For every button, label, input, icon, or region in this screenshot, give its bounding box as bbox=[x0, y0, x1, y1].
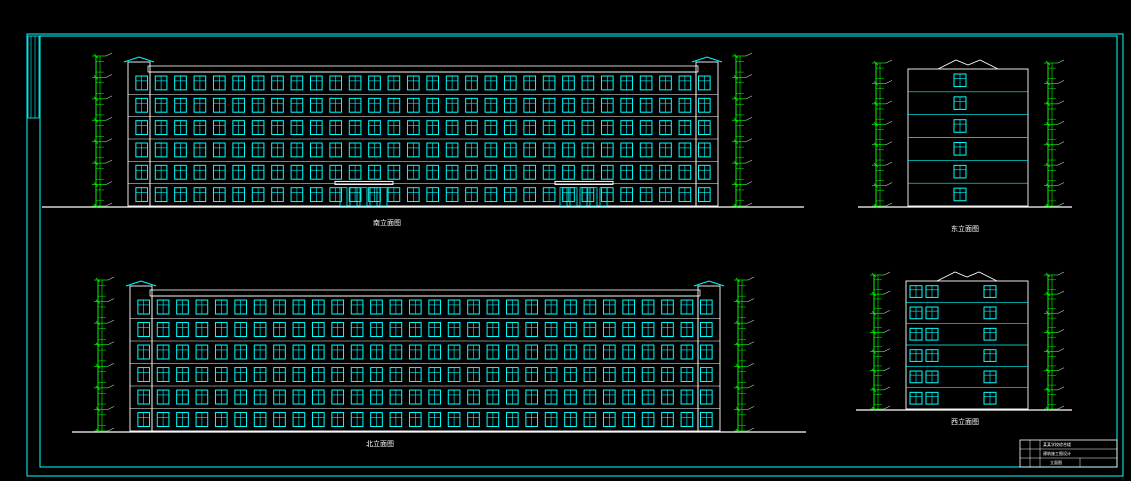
south-elevation-title: 南立面图 bbox=[373, 218, 401, 227]
cad-drawing-sheet: 南立面图 北立面图 东立面图 西立面图 某某学校综合楼 建筑施工图设计 立面图 bbox=[0, 0, 1131, 481]
title-block-line1: 某某学校综合楼 bbox=[1043, 441, 1071, 447]
title-block-line2: 建筑施工图设计 bbox=[1043, 450, 1071, 456]
west-elevation-title: 西立面图 bbox=[951, 417, 979, 426]
north-elevation-title: 北立面图 bbox=[366, 439, 394, 448]
title-block-drawing-name: 立面图 bbox=[1050, 459, 1062, 465]
east-elevation-title: 东立面图 bbox=[951, 224, 979, 233]
